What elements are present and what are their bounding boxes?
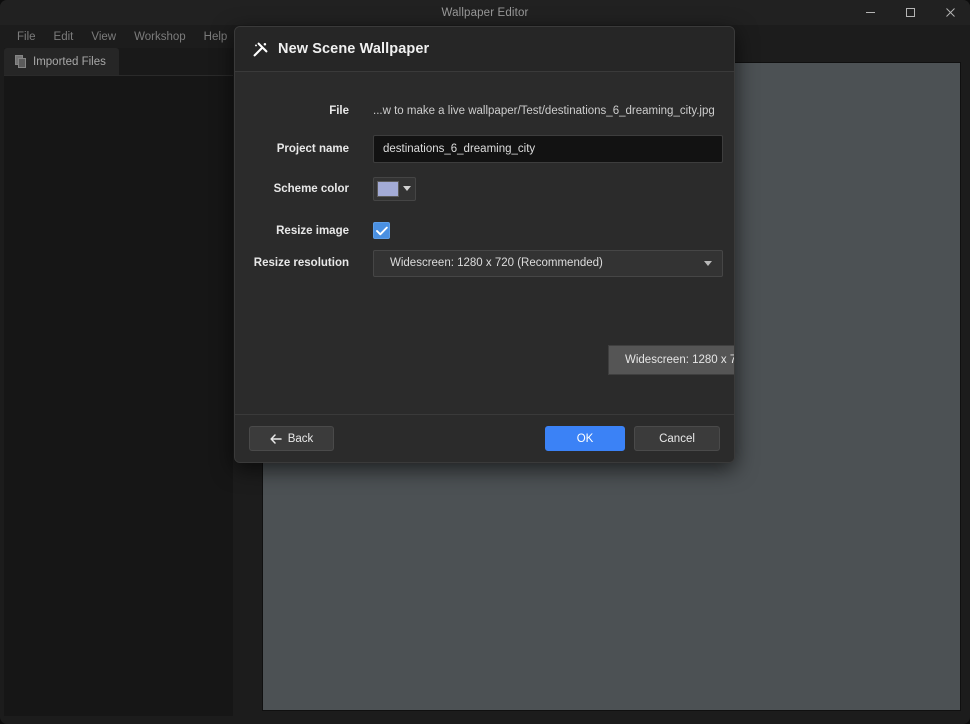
file-path-field: ...w to make a live wallpaper/Test/desti…: [373, 105, 734, 117]
form-row-scheme-color: Scheme color: [235, 169, 734, 209]
close-button[interactable]: [930, 0, 970, 25]
left-sidebar-panel: Imported Files: [4, 48, 233, 716]
menu-item-help[interactable]: Help: [195, 28, 237, 46]
title-bar: Wallpaper Editor: [0, 0, 970, 25]
dialog-title: New Scene Wallpaper: [278, 41, 430, 57]
resize-resolution-field: Widescreen: 1280 x 720 (Recommended): [373, 249, 734, 277]
menu-item-edit[interactable]: Edit: [45, 28, 83, 46]
chevron-down-icon: [704, 260, 712, 266]
window-title: Wallpaper Editor: [441, 6, 529, 19]
minimize-icon: [865, 12, 875, 13]
ok-button[interactable]: OK: [545, 426, 625, 451]
resize-resolution-select[interactable]: Widescreen: 1280 x 720 (Recommended): [373, 249, 723, 277]
tab-imported-files[interactable]: Imported Files: [4, 48, 119, 75]
form-row-project-name: Project name: [235, 128, 734, 169]
form-row-file: File ...w to make a live wallpaper/Test/…: [235, 94, 734, 128]
dialog-footer: Back OK Cancel: [235, 414, 734, 462]
maximize-button[interactable]: [890, 0, 930, 25]
back-button-label: Back: [287, 432, 314, 445]
arrow-left-icon: [270, 433, 282, 444]
chevron-down-icon: [403, 186, 411, 191]
form-row-resize-resolution: Resize resolution Widescreen: 1280 x 720…: [235, 249, 734, 277]
dialog-body: File ...w to make a live wallpaper/Test/…: [235, 72, 734, 440]
resize-image-checkbox[interactable]: [373, 222, 390, 239]
resize-image-label: Resize image: [276, 224, 349, 237]
menu-item-file[interactable]: File: [8, 28, 45, 46]
tab-imported-files-label: Imported Files: [33, 55, 106, 68]
project-name-label: Project name: [276, 142, 349, 155]
scheme-color-field: [373, 176, 734, 202]
imported-files-list[interactable]: [4, 76, 233, 716]
resize-resolution-value: Widescreen: 1280 x 720 (Recommended): [390, 257, 603, 269]
dropdown-option-widescreen-1280x720[interactable]: Widescreen: 1280 x 720 (Recommended): [609, 346, 734, 374]
wallpaper-editor-window: Wallpaper Editor File Edit View Workshop…: [0, 0, 970, 724]
resize-resolution-label: Resize resolution: [253, 257, 349, 269]
project-name-input[interactable]: [373, 134, 723, 163]
files-icon: [15, 55, 26, 68]
scheme-color-button[interactable]: [373, 176, 416, 201]
form-row-resize-image: Resize image: [235, 209, 734, 252]
scheme-color-label: Scheme color: [273, 183, 349, 195]
dialog-header: New Scene Wallpaper: [235, 27, 734, 72]
file-label: File: [329, 105, 349, 117]
new-scene-wallpaper-dialog: New Scene Wallpaper File ...w to make a …: [234, 26, 735, 463]
close-icon: [945, 8, 955, 17]
back-button[interactable]: Back: [249, 426, 334, 451]
minimize-button[interactable]: [850, 0, 890, 25]
magic-wand-icon: [253, 42, 268, 56]
project-name-field: [373, 134, 734, 163]
window-controls: [850, 0, 970, 25]
menu-item-view[interactable]: View: [82, 28, 125, 46]
file-path-value: ...w to make a live wallpaper/Test/desti…: [373, 105, 715, 117]
scheme-color-swatch: [377, 180, 399, 197]
maximize-icon: [905, 8, 915, 17]
resize-resolution-dropdown: Widescreen: 1280 x 720 (Recommended): [608, 345, 734, 375]
menu-item-workshop[interactable]: Workshop: [125, 28, 195, 46]
cancel-button[interactable]: Cancel: [634, 426, 720, 451]
tab-strip: Imported Files: [4, 48, 233, 76]
resize-image-field: [373, 222, 734, 239]
check-icon: [375, 226, 388, 235]
